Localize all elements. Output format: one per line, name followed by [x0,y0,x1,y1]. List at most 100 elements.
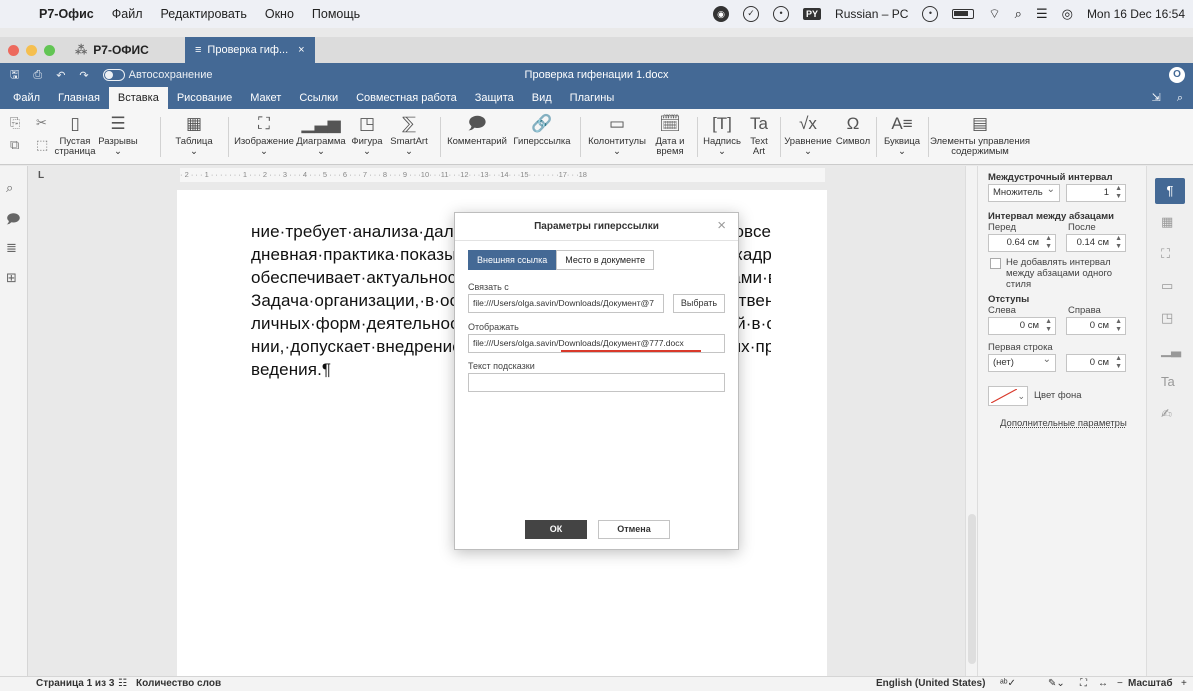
control-center-icon[interactable]: ☰ [1036,6,1048,22]
comments-icon[interactable]: 🗩 [6,210,20,232]
tooltip-text-input[interactable] [468,373,725,392]
copy-style-icon[interactable]: ⧉ [10,137,19,153]
siri-icon[interactable]: ◎ [1062,6,1073,22]
tab-references[interactable]: Ссылки [290,87,347,109]
paragraph-settings-icon[interactable]: ¶ [1155,178,1185,204]
open-file-location-icon[interactable]: ⇲ [1152,87,1161,109]
spotlight-search-icon[interactable]: ⌕ [1015,6,1022,22]
language-select[interactable]: English (United States) [876,677,985,691]
headers-footers-button[interactable]: ▭ Колонтитулы ⌄ [586,113,648,157]
signature-settings-icon[interactable]: ✍ [1161,406,1172,422]
menubar-item-edit[interactable]: Редактировать [160,7,246,21]
check-circle-icon[interactable]: ✓ [743,6,760,22]
smartart-button[interactable]: ⅀ SmartArt ⌄ [387,113,431,157]
user-avatar[interactable]: O [1169,67,1185,83]
hyperlink-button[interactable]: 🔗 Гиперссылка [510,113,574,147]
keyboard-layout-icon[interactable]: PY [803,8,822,20]
user-icon[interactable]: • [922,6,939,22]
spacing-before-input[interactable]: 0.64 см ▲ ▼ [988,234,1056,252]
save-icon[interactable]: 🖫 [10,66,19,85]
line-spacing-value-input[interactable]: 1 ▲ ▼ [1066,184,1126,202]
input-source-label[interactable]: Russian – PC [835,7,908,21]
select-all-icon[interactable]: ⬚ [36,137,48,153]
undo-icon[interactable]: ↶ [56,69,65,82]
r7-logo-tab[interactable]: ⁂ Р7-ОФИС [75,43,185,57]
textart-button[interactable]: Ta Text Art [745,113,773,157]
spinner-icon[interactable]: ▲ ▼ [1115,235,1122,251]
table-button[interactable]: ▦ Таблица ⌄ [172,113,216,157]
search-icon[interactable]: ⌕ [6,180,13,196]
tab-file[interactable]: Файл [4,87,49,109]
textbox-button[interactable]: [T] Надпись ⌄ [700,113,744,157]
spinner-icon[interactable]: ▲ ▼ [1115,355,1122,371]
line-spacing-type-select[interactable]: Множитель [988,182,1060,202]
tab-draw[interactable]: Рисование [168,87,241,109]
tab-stop-selector[interactable]: L [38,170,44,181]
image-settings-icon[interactable]: ⛶ [1161,246,1170,262]
scrollbar-thumb[interactable] [968,514,976,664]
background-color-picker[interactable]: ⌄ [988,386,1028,406]
content-controls-button[interactable]: ▤ Элементы управления содержимым [930,113,1030,157]
spinner-icon[interactable]: ▲ ▼ [1115,185,1122,201]
zoom-in-icon[interactable]: + [1181,677,1187,691]
advanced-settings-link[interactable]: Дополнительные параметры [1000,418,1127,429]
document-tab[interactable]: ≡ Проверка гиф... × [185,37,315,63]
equation-button[interactable]: √x Уравнение ⌄ [782,113,834,157]
chart-settings-icon[interactable]: ▁▃ [1161,342,1181,358]
navigation-icon[interactable]: ≣ [6,240,17,256]
maximize-window-button[interactable] [44,44,55,56]
blank-page-button[interactable]: ▯ Пустая страница [55,113,96,157]
close-icon[interactable]: × [717,217,726,234]
chart-button[interactable]: ▁▃▅ Диаграмма ⌄ [295,113,347,157]
tab-view[interactable]: Вид [523,87,561,109]
first-line-select[interactable]: (нет) [988,352,1056,372]
indent-left-input[interactable]: 0 см ▲ ▼ [988,317,1056,335]
tab-collaboration[interactable]: Совместная работа [347,87,466,109]
spinner-icon[interactable]: ▲ ▼ [1045,318,1052,334]
redo-icon[interactable]: ↷ [79,69,88,82]
dropcap-button[interactable]: A≡ Буквица ⌄ [882,113,922,157]
date-time-button[interactable]: 🗓 Дата и время [650,113,690,157]
no-spacing-same-style-checkbox[interactable] [990,258,1001,269]
page-number[interactable]: Страница 1 из 3 [36,677,114,691]
shape-settings-icon[interactable]: ◳ [1161,310,1173,326]
cut-icon[interactable]: ✂ [36,115,47,131]
plugins-icon[interactable]: ⊞ [6,270,17,286]
comment-button[interactable]: 🗩 Комментарий [446,113,508,147]
first-line-value-input[interactable]: 0 см ▲ ▼ [1066,354,1126,372]
battery-icon[interactable] [952,9,975,19]
header-footer-settings-icon[interactable]: ▭ [1161,278,1173,294]
wifi-icon[interactable]: ⌔ [988,6,1000,22]
table-settings-icon[interactable]: ▦ [1161,214,1173,230]
paste-icon[interactable]: ⎘ [10,115,20,131]
close-window-button[interactable] [8,44,19,56]
autosave-toggle[interactable]: Автосохранение [102,69,212,82]
horizontal-ruler[interactable]: · 2 · · · 1 · · · · · · · 1 · · · 2 · · … [180,168,825,182]
tab-layout[interactable]: Макет [241,87,290,109]
tab-plugins[interactable]: Плагины [561,87,624,109]
zoom-out-icon[interactable]: − [1117,677,1123,691]
tab-place-in-document[interactable]: Место в документе [556,250,655,270]
tab-insert[interactable]: Вставка [108,87,168,109]
ok-button[interactable]: ОК [525,520,587,539]
menubar-clock[interactable]: Mon 16 Dec 16:54 [1087,7,1185,21]
close-tab-icon[interactable]: × [298,44,304,56]
app-status-icon[interactable]: ◉ [713,6,730,22]
breaks-button[interactable]: ☰ Разрывы ⌄ [97,113,139,157]
fit-width-icon[interactable]: ↔ [1098,677,1108,691]
tab-home[interactable]: Главная [49,87,109,109]
fit-page-icon[interactable]: ⛶ [1080,677,1087,691]
vertical-scrollbar[interactable] [965,166,977,676]
spellcheck-icon[interactable]: ᵃᵇ✓ [1000,677,1016,691]
spinner-icon[interactable]: ▲ ▼ [1045,235,1052,251]
menubar-item-file[interactable]: Файл [112,7,143,21]
spacing-after-input[interactable]: 0.14 см ▲ ▼ [1066,234,1126,252]
spinner-icon[interactable]: ▲ ▼ [1115,318,1122,334]
cancel-button[interactable]: Отмена [598,520,670,539]
input-monitor-icon[interactable]: • [773,6,790,22]
menubar-app-name[interactable]: Р7-Офис [39,7,94,21]
tab-protection[interactable]: Защита [466,87,523,109]
tab-external-link[interactable]: Внешняя ссылка [468,250,557,270]
link-to-input[interactable]: file:///Users/olga.savin/Downloads/Докум… [468,294,664,313]
indent-right-input[interactable]: 0 см ▲ ▼ [1066,317,1126,335]
